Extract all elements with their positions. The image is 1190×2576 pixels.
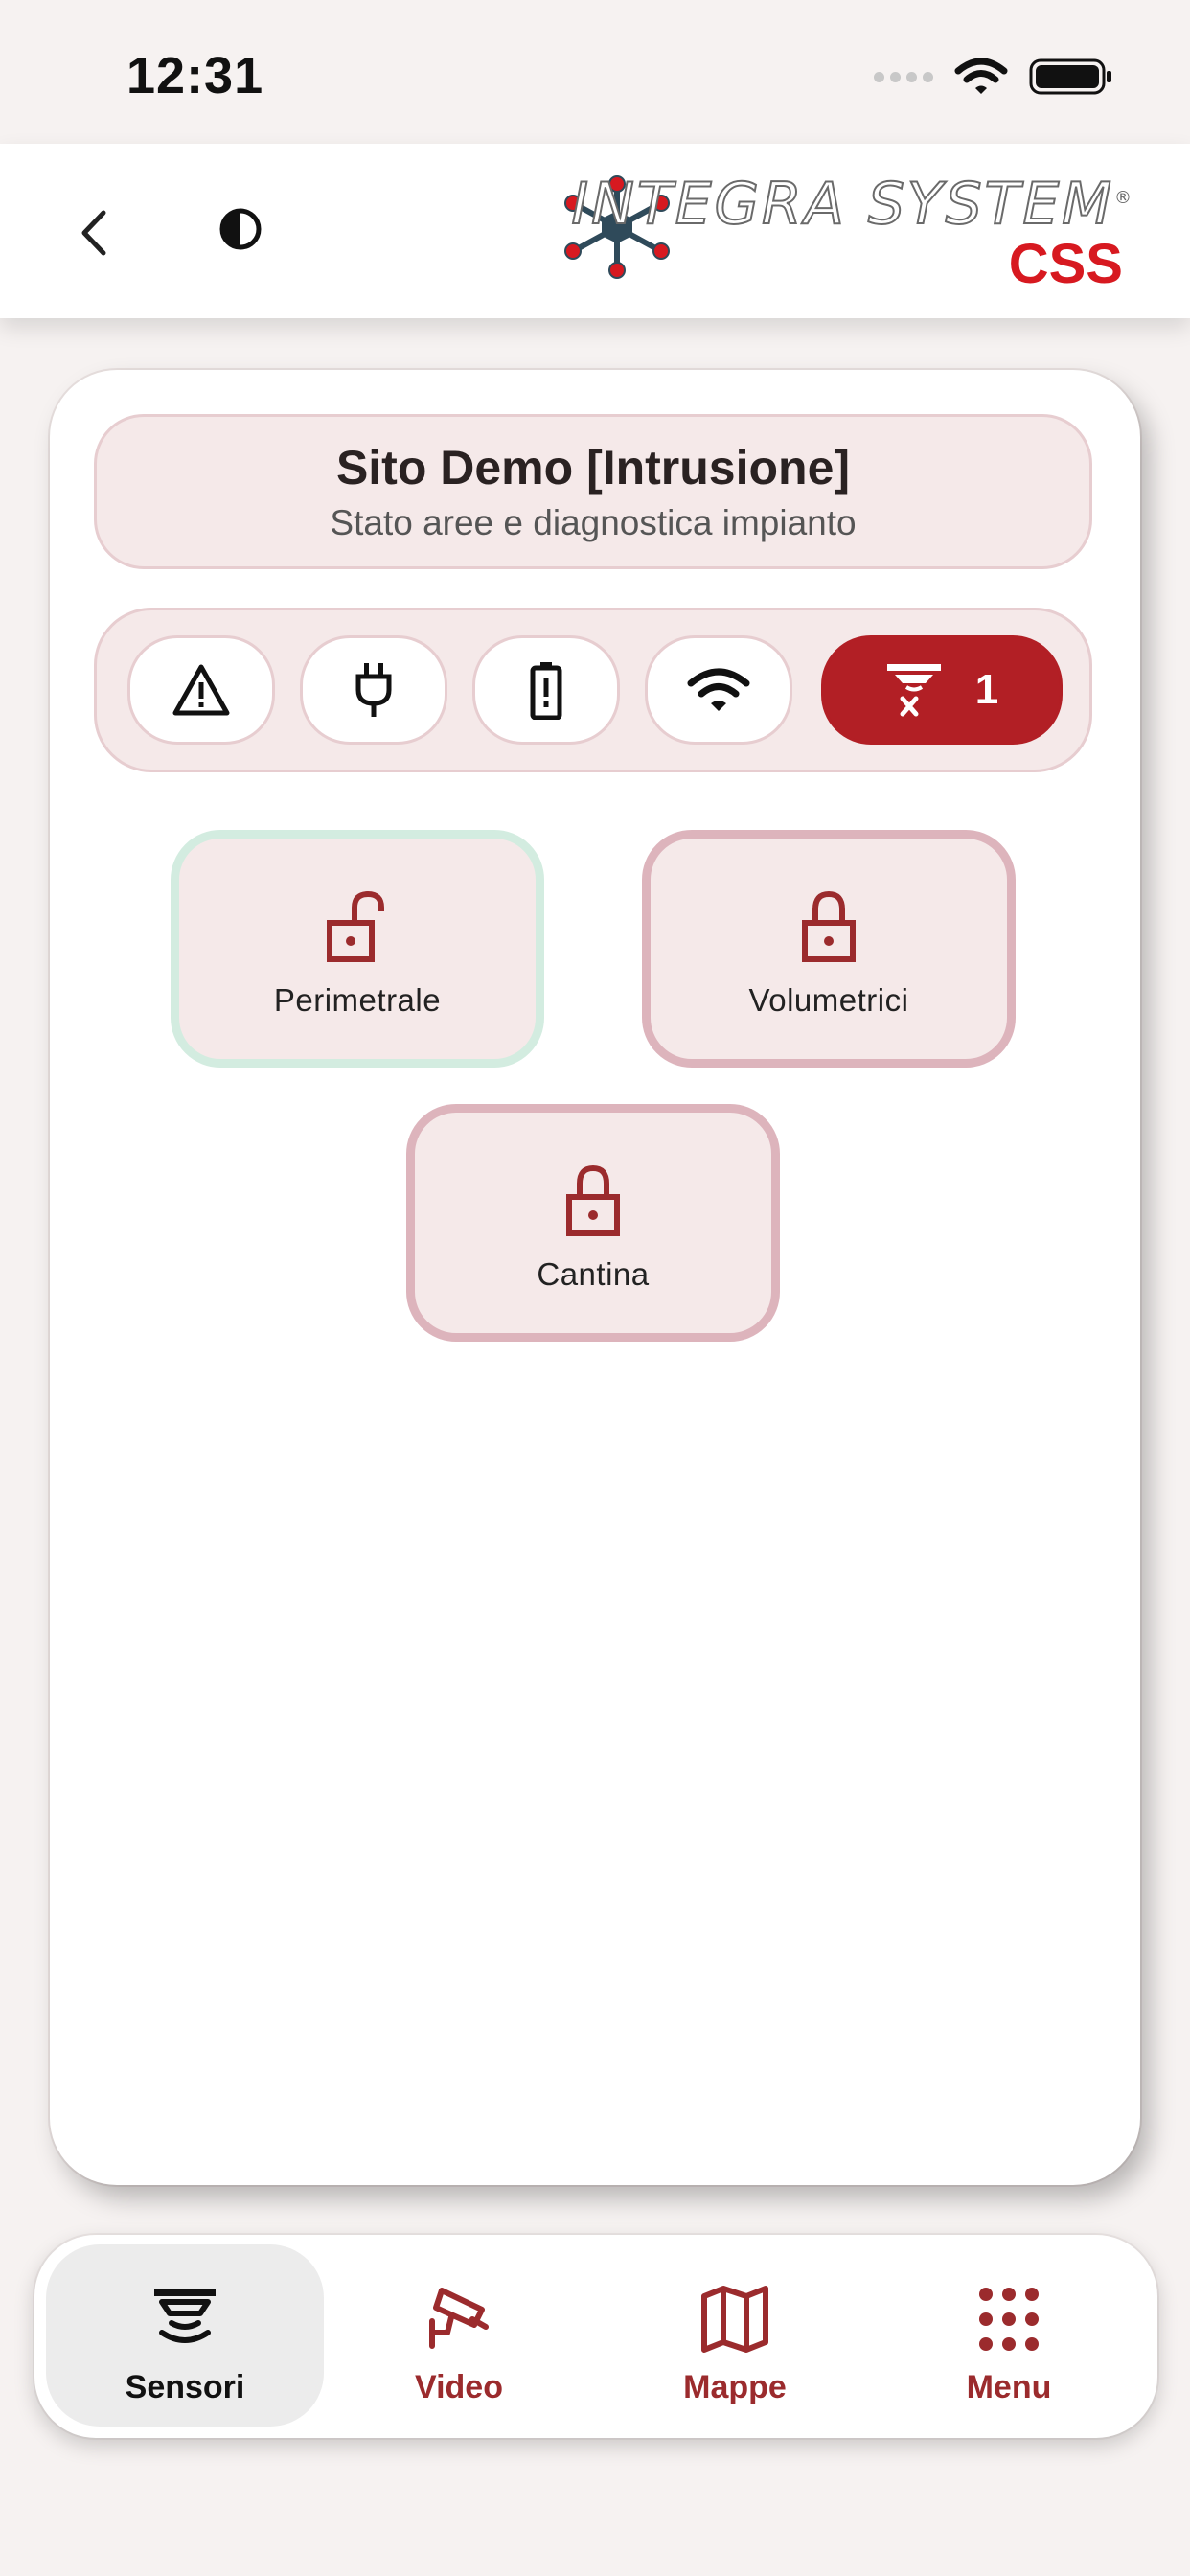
area-volumetrici[interactable]: Volumetrici [642, 830, 1016, 1068]
wifi-icon [687, 668, 750, 711]
diagnostic-warning-button[interactable] [127, 635, 275, 745]
nav-item-mappe[interactable]: Mappe [596, 2244, 874, 2426]
status-bar: 12:31 [0, 0, 1190, 144]
diagnostic-wifi-button[interactable] [645, 635, 792, 745]
sensor-fault-icon [886, 664, 941, 717]
wifi-status-icon [954, 58, 1008, 94]
warning-icon [172, 664, 230, 716]
nav-item-video[interactable]: Video [320, 2244, 598, 2426]
diagnostic-sensor-fault-button[interactable]: 1 [821, 635, 1063, 745]
padlock-icon [566, 1164, 620, 1236]
logo-subtitle: CSS [1008, 233, 1123, 295]
site-header: Sito Demo [Intrusione] Stato aree e diag… [94, 414, 1092, 569]
padlock-icon [802, 890, 856, 962]
area-label: Perimetrale [273, 982, 442, 1018]
camera-icon [429, 2288, 489, 2349]
area-label: Volumetrici [748, 982, 909, 1018]
main-card: Sito Demo [Intrusione] Stato aree e diag… [50, 370, 1140, 2185]
unlocked-padlock-icon [327, 890, 384, 962]
sensor-icon [154, 2288, 216, 2343]
app-header: INTEGRA SYSTEM® CSS [0, 144, 1190, 318]
nav-label: Video [415, 2369, 503, 2405]
area-perimetrale[interactable]: Perimetrale [171, 830, 544, 1068]
nav-item-sensori[interactable]: Sensori [46, 2244, 324, 2426]
area-label: Cantina [537, 1256, 650, 1292]
diagnostic-battery-button[interactable] [472, 635, 620, 745]
site-subtitle: Stato aree e diagnostica impianto [330, 503, 857, 542]
nav-label: Mappe [683, 2369, 787, 2405]
map-icon [701, 2286, 768, 2353]
area-cantina[interactable]: Cantina [406, 1104, 780, 1342]
nav-label: Menu [966, 2369, 1052, 2405]
bottom-navigation: Sensori Video Mappe Menu [34, 2235, 1157, 2438]
contrast-icon[interactable] [217, 205, 264, 253]
diagnostics-bar: 1 [94, 608, 1092, 772]
logo-title: INTEGRA SYSTEM® [570, 170, 1134, 239]
status-icons [874, 58, 1113, 96]
grid-icon [979, 2288, 1039, 2351]
nav-label: Sensori [125, 2369, 245, 2405]
integra-system-logo: INTEGRA SYSTEM® CSS [560, 167, 1134, 295]
diagnostic-power-button[interactable] [300, 635, 447, 745]
battery-icon [530, 662, 562, 720]
fault-count: 1 [974, 666, 999, 713]
status-time: 12:31 [126, 47, 264, 104]
site-title: Sito Demo [Intrusione] [335, 441, 851, 494]
power-plug-icon [355, 663, 392, 717]
cellular-signal-icon [874, 71, 933, 82]
nav-item-menu[interactable]: Menu [870, 2244, 1148, 2426]
back-icon[interactable] [65, 199, 119, 266]
battery-status-icon [1029, 58, 1111, 95]
